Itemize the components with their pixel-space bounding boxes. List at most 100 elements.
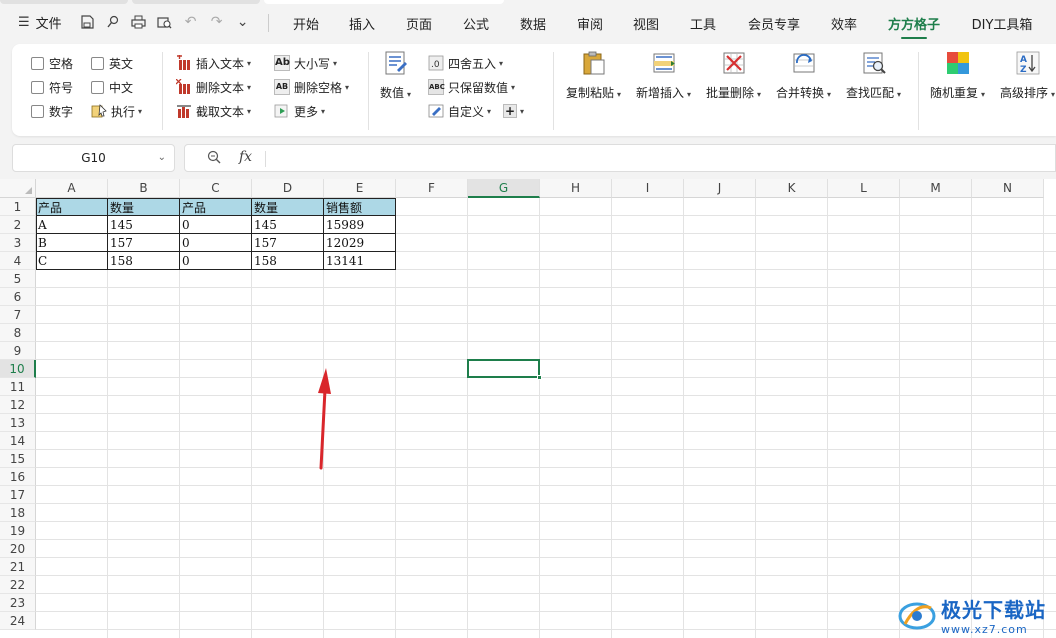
table-cell[interactable]: 145	[108, 216, 180, 234]
tab-fangfang[interactable]: 方方格子	[872, 14, 956, 39]
active-cell[interactable]	[467, 359, 542, 380]
table-cell[interactable]: 0	[180, 216, 252, 234]
row-header[interactable]: 8	[0, 324, 36, 342]
table-cell[interactable]: 12029	[324, 234, 396, 252]
tab-insert[interactable]: 插入	[334, 14, 390, 33]
table-cell[interactable]: 158	[252, 252, 324, 270]
checkbox-english[interactable]: 英文	[91, 53, 133, 73]
checkbox-box[interactable]	[31, 56, 44, 70]
redo-icon[interactable]: ↷	[208, 13, 226, 31]
row-header[interactable]: 6	[0, 288, 36, 306]
table-cell[interactable]: 0	[180, 234, 252, 252]
tab-efficiency[interactable]: 效率	[816, 14, 872, 33]
row-header[interactable]: 20	[0, 540, 36, 558]
merge-convert-button[interactable]: 合并转换 ▾	[776, 50, 831, 101]
column-header[interactable]: E	[324, 179, 396, 198]
window-tab-active[interactable]	[264, 0, 504, 4]
keep-numeric-button[interactable]: ABC 只保留数值 ▾	[428, 77, 515, 97]
column-header[interactable]: F	[396, 179, 468, 198]
delete-text-button[interactable]: 删除文本 ▾	[175, 77, 251, 97]
tab-page[interactable]: 页面	[390, 14, 448, 33]
checkbox-box[interactable]	[91, 56, 104, 70]
column-header[interactable]: C	[180, 179, 252, 198]
table-header-cell[interactable]: 产品	[36, 198, 108, 216]
spreadsheet-grid[interactable]: A B C D E F G H I J K L M N 1 2 3 4 5 6 7 8 9 10 11 12 13 14 15 16 17 1…	[0, 179, 1056, 638]
row-header[interactable]: 16	[0, 468, 36, 486]
row-header[interactable]: 5	[0, 270, 36, 288]
table-cell[interactable]: 157	[252, 234, 324, 252]
execute-button[interactable]: 执行 ▾	[91, 101, 142, 121]
column-header[interactable]: H	[540, 179, 612, 198]
row-header[interactable]: 2	[0, 216, 36, 234]
table-cell[interactable]: 15989	[324, 216, 396, 234]
window-tab[interactable]	[0, 0, 128, 4]
table-cell[interactable]: 0	[180, 252, 252, 270]
row-header[interactable]: 24	[0, 612, 36, 630]
table-header-cell[interactable]: 销售额	[324, 198, 396, 216]
column-header[interactable]: K	[756, 179, 828, 198]
formula-input[interactable]: fx	[184, 144, 1056, 172]
column-header[interactable]: B	[108, 179, 180, 198]
column-header[interactable]: I	[612, 179, 684, 198]
copy-paste-button[interactable]: 复制粘贴 ▾	[566, 50, 621, 101]
extract-text-button[interactable]: 截取文本 ▾	[176, 101, 251, 121]
checkbox-box[interactable]	[31, 80, 44, 94]
row-header[interactable]: 9	[0, 342, 36, 360]
round-button[interactable]: .0 四舍五入 ▾	[428, 53, 503, 73]
random-repeat-button[interactable]: 随机重复 ▾	[930, 50, 985, 101]
tab-formula[interactable]: 公式	[448, 14, 504, 33]
plus-icon[interactable]: +	[503, 104, 518, 118]
table-header-cell[interactable]: 数量	[108, 198, 180, 216]
find-match-button[interactable]: 查找匹配 ▾	[846, 50, 901, 101]
advanced-sort-button[interactable]: AZ 高级排序 ▾	[1000, 50, 1055, 101]
chevron-down-icon[interactable]: ▾	[520, 107, 524, 116]
row-header[interactable]: 22	[0, 576, 36, 594]
column-header[interactable]: A	[36, 179, 108, 198]
table-cell[interactable]: B	[36, 234, 108, 252]
row-header[interactable]: 13	[0, 414, 36, 432]
fx-icon[interactable]: fx	[239, 149, 252, 165]
hamburger-icon[interactable]: ☰	[18, 15, 30, 30]
fill-handle[interactable]	[537, 375, 542, 380]
checkbox-space[interactable]: 空格	[31, 53, 73, 73]
undo-icon[interactable]: ↶	[182, 13, 200, 31]
table-header-cell[interactable]: 数量	[252, 198, 324, 216]
case-button[interactable]: Ab 大小写 ▾	[274, 53, 337, 73]
table-header-cell[interactable]: 产品	[180, 198, 252, 216]
value-button[interactable]: 数值 ▾	[380, 50, 411, 101]
custom-button[interactable]: 自定义 ▾ + ▾	[428, 101, 524, 121]
select-all-corner[interactable]	[0, 179, 36, 198]
row-header[interactable]: 18	[0, 504, 36, 522]
row-header[interactable]: 11	[0, 378, 36, 396]
row-header[interactable]: 21	[0, 558, 36, 576]
table-cell[interactable]: 145	[252, 216, 324, 234]
zoom-icon[interactable]	[207, 150, 221, 168]
row-header[interactable]: 17	[0, 486, 36, 504]
column-header[interactable]: D	[252, 179, 324, 198]
tab-tools[interactable]: 工具	[674, 14, 732, 33]
row-header[interactable]: 3	[0, 234, 36, 252]
checkbox-box[interactable]	[91, 80, 104, 94]
save-icon[interactable]	[78, 13, 96, 31]
row-header[interactable]: 12	[0, 396, 36, 414]
column-header[interactable]: G	[468, 179, 540, 198]
row-header[interactable]: 23	[0, 594, 36, 612]
table-cell[interactable]: 157	[108, 234, 180, 252]
column-header[interactable]: J	[684, 179, 756, 198]
new-insert-button[interactable]: 新增插入 ▾	[636, 50, 691, 101]
print-icon[interactable]	[130, 13, 148, 31]
table-cell[interactable]: C	[36, 252, 108, 270]
chevron-down-icon[interactable]: ⌄	[234, 13, 252, 31]
table-cell[interactable]: A	[36, 216, 108, 234]
checkbox-chinese[interactable]: 中文	[91, 77, 133, 97]
row-header[interactable]: 1	[0, 198, 36, 216]
row-header[interactable]: 10	[0, 360, 36, 378]
checkbox-symbol[interactable]: 符号	[31, 77, 73, 97]
column-header[interactable]: L	[828, 179, 900, 198]
format-painter-icon[interactable]	[104, 13, 122, 31]
table-cell[interactable]: 158	[108, 252, 180, 270]
tab-diy-toolbox[interactable]: DIY工具箱	[956, 14, 1048, 33]
file-menu[interactable]: 文件	[36, 13, 62, 32]
more-button[interactable]: 更多 ▾	[274, 101, 325, 121]
insert-text-button[interactable]: 插入文本 ▾	[176, 53, 251, 73]
